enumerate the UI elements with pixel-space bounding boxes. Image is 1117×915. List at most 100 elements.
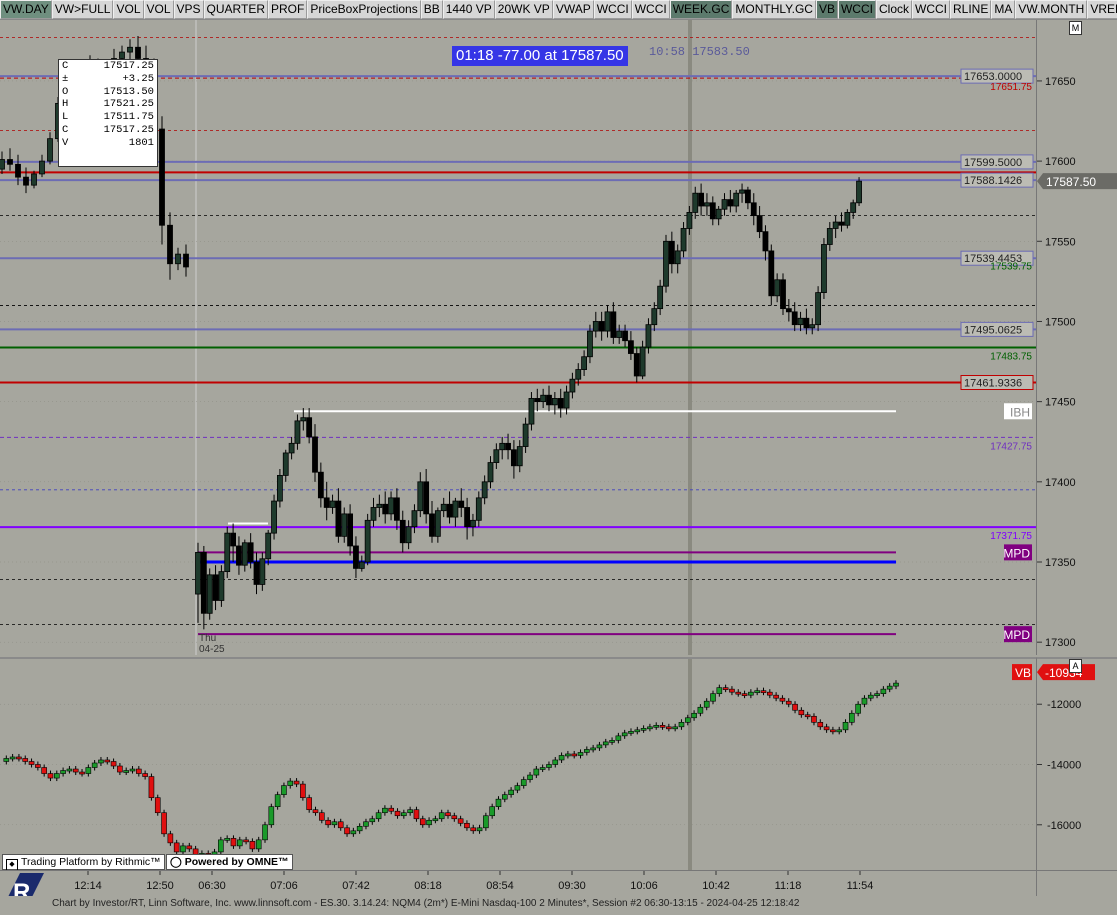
candle [388, 491, 394, 521]
candle [470, 513, 476, 537]
candle-body-up [341, 513, 348, 537]
candle-body-up [218, 571, 225, 601]
candle [815, 286, 821, 332]
ohlc-row: ± +3.25 [59, 73, 157, 86]
candle [657, 279, 664, 316]
toolbar-button-prof[interactable]: PROF [267, 0, 308, 19]
osc-bar-up [628, 731, 634, 734]
toolbar-button-wcci[interactable]: WCCI [593, 0, 632, 19]
candle [405, 520, 412, 550]
oscillator-chart[interactable]: VB [0, 659, 1036, 870]
time-tick-label: 11:54 [847, 880, 874, 892]
candle-body-up [493, 449, 500, 463]
toolbar-button-monthly-gc[interactable]: MONTHLY.GC [732, 0, 816, 19]
candle [464, 497, 471, 540]
candle-body-up [856, 180, 862, 204]
osc-bar-up [508, 789, 514, 795]
osc-bar-down [344, 827, 350, 835]
candle [399, 510, 406, 553]
candle [803, 308, 810, 335]
toolbar-button-vol[interactable]: VOL [143, 0, 174, 19]
candle [323, 481, 330, 521]
osc-bar-up [401, 812, 407, 817]
toolbar-button-week-gc[interactable]: WEEK.GC [669, 0, 733, 19]
osc-bar-down [767, 691, 773, 696]
candle-body-down [347, 513, 354, 547]
toolbar-button-vw-month[interactable]: VW.MONTH [1015, 0, 1088, 19]
ohlc-value: 17517.25 [103, 123, 154, 136]
candle [0, 151, 5, 174]
osc-bar-down [388, 807, 395, 812]
toolbar-button-wcci[interactable]: WCCI [631, 0, 670, 19]
candle-body-up [797, 317, 804, 326]
ohlc-key: O [62, 85, 69, 98]
toolbar-button-ma[interactable]: MA [991, 0, 1016, 19]
candle-body-down [510, 449, 517, 467]
osc-tick-label: -16000 [1047, 820, 1081, 832]
osc-bar-up [558, 755, 565, 761]
osc-bar-up [546, 764, 552, 768]
toolbar-button-vol[interactable]: VOL [113, 0, 144, 19]
osc-bar-up [501, 794, 508, 800]
price-scale[interactable]: 17650 17600 17550 17500 17450 17400 17350 17300… [1036, 20, 1117, 655]
candle-body-down [546, 394, 552, 406]
toolbar-button-clock[interactable]: Clock [875, 0, 912, 19]
candle [183, 244, 189, 277]
toolbar-button-20wk-vp[interactable]: 20WK VP [494, 0, 553, 19]
candle [446, 491, 453, 524]
osc-bar-down [773, 694, 779, 699]
osc-bar-up [432, 818, 439, 822]
candle [212, 565, 219, 611]
auto-scale-button[interactable]: A [1069, 659, 1082, 673]
osc-bar-down [792, 703, 798, 711]
osc-bar-up [180, 845, 186, 853]
maximize-button[interactable]: M [1069, 21, 1082, 35]
toolbar-button-rline[interactable]: RLINE [950, 0, 992, 19]
ohlc-readout: C 17517.25 ± +3.25 O 17513.50 H 17521.25 L 17511.… [58, 59, 158, 167]
osc-bar-up [53, 773, 60, 779]
candle [306, 408, 313, 444]
osc-bar-down [35, 764, 41, 768]
osc-bar-up [331, 821, 338, 826]
candle [569, 372, 576, 399]
ohlc-row: H 17521.25 [59, 98, 157, 111]
osc-bar-up [716, 687, 723, 694]
toolbar-button-vb[interactable]: VB [815, 0, 838, 19]
toolbar-button-vw-full[interactable]: VW>FULL [51, 0, 114, 19]
candle-body-up [481, 481, 488, 499]
toolbar-button-1440-vp[interactable]: 1440 VP [442, 0, 495, 19]
candle [563, 385, 570, 415]
candle [616, 324, 623, 344]
toolbar-button-wcci[interactable]: WCCI [912, 0, 950, 19]
toolbar-button-wcci[interactable]: WCCI [837, 0, 876, 19]
oscillator-scale[interactable]: -12000 -14000 -16000 -10934 [1036, 657, 1117, 872]
candle [329, 494, 336, 514]
toolbar-button-vw-day[interactable]: VW.DAY [0, 0, 52, 19]
oscillator-panel[interactable]: VB [0, 657, 1036, 872]
candle-body-up [692, 192, 699, 213]
candle-body-down [247, 542, 254, 563]
osc-bar-up [577, 752, 584, 756]
candle-body-down [505, 442, 511, 451]
toolbar-button-vps[interactable]: VPS [173, 0, 204, 19]
toolbar-button-vref[interactable]: VREF [1087, 0, 1117, 19]
toolbar-button-vwap[interactable]: VWAP [552, 0, 594, 19]
toolbar-button-bb[interactable]: BB [420, 0, 443, 19]
ohlc-key: L [62, 111, 69, 124]
osc-bar-up [218, 839, 224, 853]
candle-body-up [282, 452, 289, 476]
osc-bar-up [268, 806, 275, 826]
toolbar-button-quarter[interactable]: QUARTER [203, 0, 268, 19]
candle [358, 555, 365, 572]
candle-body-up [592, 321, 599, 332]
candle [417, 472, 424, 518]
time-tick-label: 12:14 [74, 880, 102, 892]
osc-bar-down [72, 768, 79, 773]
candle [797, 311, 804, 332]
candle-body-down [335, 500, 342, 537]
indicator-toolbar: VW.DAY VW>FULL VOL VOL VPS QUARTER PROF PriceBo… [0, 0, 1117, 20]
candle [206, 568, 213, 620]
toolbar-button-priceboxprojections[interactable]: PriceBoxProjections [307, 0, 421, 19]
osc-bar-up [874, 693, 880, 696]
candle-body-up [540, 394, 547, 403]
